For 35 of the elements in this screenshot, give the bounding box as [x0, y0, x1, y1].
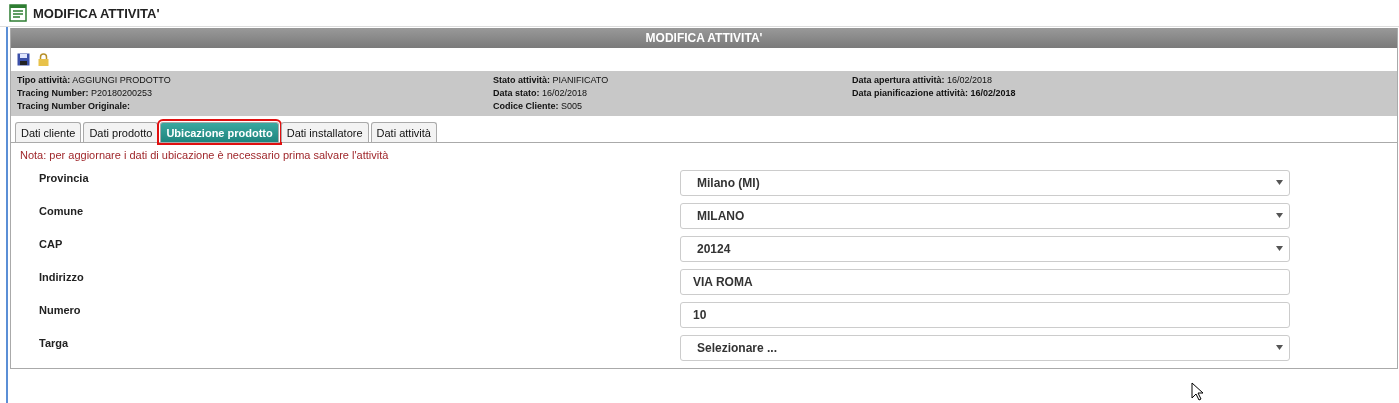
caret-icon: [1276, 180, 1283, 185]
info-text: Tracing Number Originale:: [17, 100, 132, 113]
info-text: Codice Cliente: S005: [493, 100, 584, 113]
window-title: MODIFICA ATTIVITA': [33, 5, 160, 21]
field-label: Provincia: [38, 171, 90, 184]
save-icon[interactable]: [17, 53, 30, 66]
tab[interactable]: Dati attività: [370, 122, 437, 142]
lock-icon[interactable]: [37, 53, 50, 66]
tab[interactable]: Dati installatore: [280, 122, 369, 142]
info-text: Tipo attività: AGGIUNGI PRODOTTO: [17, 74, 172, 87]
dropdown[interactable]: 20124: [680, 235, 1290, 262]
input-field[interactable]: 10: [680, 301, 1290, 328]
input-field[interactable]: VIA ROMA: [680, 268, 1290, 295]
panel-header: MODIFICA ATTIVITA': [11, 28, 1397, 48]
note-text: Nota: per aggiornare i dati di ubicazione è necessario prima salvare l'attività: [20, 149, 390, 161]
info-text: Tracing Number: P20180200253: [17, 87, 154, 100]
dropdown[interactable]: Selezionare ...: [680, 334, 1290, 361]
field-label: Numero: [38, 303, 82, 316]
field-label: Comune: [38, 204, 84, 217]
dropdown[interactable]: MILANO: [680, 202, 1290, 229]
info-text: Stato attività: PIANIFICATO: [493, 74, 610, 87]
caret-icon: [1276, 345, 1283, 350]
field-label: Targa: [38, 336, 70, 349]
tab[interactable]: Dati cliente: [15, 122, 82, 142]
form-icon: [9, 4, 27, 22]
info-text: Data pianificazione attività: 16/02/2018: [852, 87, 1016, 100]
field-label: Indirizzo: [38, 270, 85, 283]
caret-icon: [1276, 213, 1283, 218]
field-label: CAP: [38, 237, 64, 250]
tab[interactable]: Ubicazione prodotto: [160, 122, 279, 142]
caret-icon: [1276, 246, 1283, 251]
info-text: Data apertura attività: 16/02/2018: [852, 74, 994, 87]
info-text: Data stato: 16/02/2018: [493, 87, 589, 100]
tab[interactable]: Dati prodotto: [83, 122, 159, 142]
dropdown[interactable]: Milano (MI): [680, 169, 1290, 196]
